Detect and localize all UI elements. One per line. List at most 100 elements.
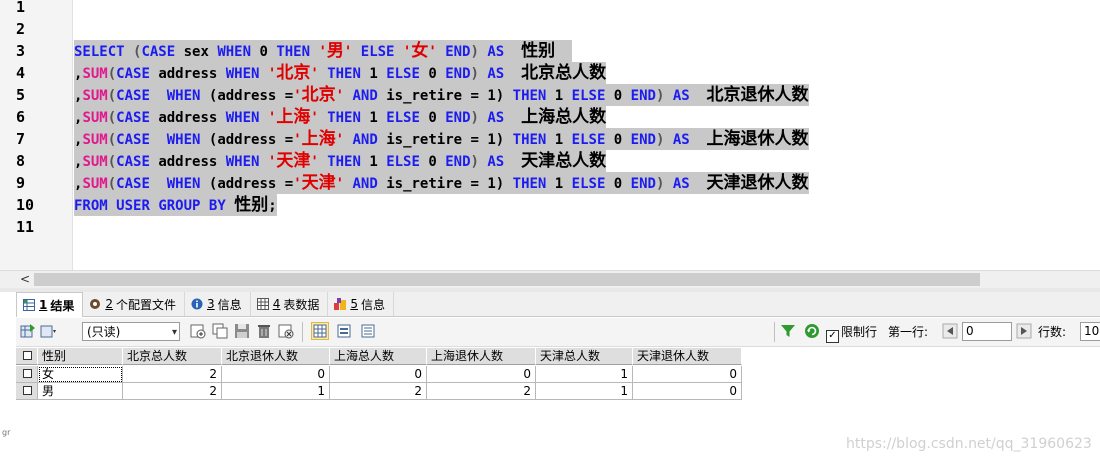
tab-number: 4 [273, 297, 281, 311]
text-view-icon[interactable] [360, 323, 376, 339]
code-token: 男 [327, 41, 344, 61]
code-token: 0 [420, 154, 445, 170]
code-token: SUM [82, 132, 107, 148]
row-checkbox[interactable] [23, 386, 32, 395]
code-token: ' [259, 154, 276, 170]
code-token: ) [656, 88, 673, 104]
code-token: ' [310, 110, 327, 126]
grid-cell[interactable]: 男 [38, 383, 123, 400]
column-header[interactable]: 上海退休人数 [427, 348, 536, 365]
code-line[interactable]: ,SUM(CASE address WHEN '北京' THEN 1 ELSE … [74, 62, 606, 84]
tab-4[interactable]: 4 表数据 [251, 292, 329, 316]
grid-view-icon[interactable] [312, 323, 328, 339]
row-checkbox[interactable] [23, 351, 32, 360]
grid-cell[interactable]: 0 [633, 366, 742, 383]
tab-3[interactable]: 3 信息 [185, 292, 251, 316]
code-token: ) [656, 132, 673, 148]
code-token: CASE [116, 88, 150, 104]
column-header[interactable]: 天津总人数 [536, 348, 633, 365]
column-header[interactable]: 北京总人数 [123, 348, 222, 365]
code-token: THEN [276, 44, 310, 60]
code-token: WHEN [167, 88, 201, 104]
tab-2[interactable]: 2 个配置文件 [83, 292, 185, 316]
code-token: ' [344, 44, 361, 60]
rows-count-input[interactable]: 1000 [1080, 322, 1100, 341]
column-header[interactable]: 性别 [38, 348, 123, 365]
grid-cell[interactable]: 0 [427, 366, 536, 383]
delete-trash-icon[interactable] [256, 323, 272, 339]
code-token: ( [125, 44, 142, 60]
code-line[interactable]: ,SUM(CASE address WHEN '上海' THEN 1 ELSE … [74, 106, 606, 128]
code-token: 上海 [276, 107, 310, 127]
grid-cell[interactable]: 0 [330, 366, 427, 383]
tab-5[interactable]: 5 信息 [328, 292, 394, 316]
row-checkbox[interactable] [23, 369, 32, 378]
code-token: 1 [546, 176, 571, 192]
column-header[interactable]: 天津退休人数 [633, 348, 742, 365]
sql-editor[interactable]: 1 2 3 4 5 6 7 8 9 10 11 SELECT (CASE sex WHEN 0 TH… [0, 0, 1100, 270]
grid-cell[interactable]: 女 [38, 366, 123, 383]
grid-cell[interactable]: 2 [123, 366, 222, 383]
code-token: ELSE [386, 154, 420, 170]
code-token [504, 110, 521, 126]
code-line[interactable]: ,SUM(CASE WHEN (address ='上海' AND is_ret… [74, 128, 809, 150]
limit-rows-toggle[interactable]: ✓ 限制行 [826, 324, 877, 343]
grid-cell[interactable]: 0 [222, 366, 330, 383]
import-dropdown-icon[interactable] [40, 323, 56, 339]
code-token [555, 44, 572, 60]
previous-page-icon[interactable] [942, 323, 958, 339]
limit-rows-checkbox[interactable]: ✓ [826, 330, 839, 343]
code-token: AS [487, 110, 504, 126]
code-token: 1 [546, 132, 571, 148]
code-token: (address = [200, 88, 293, 104]
form-view-icon[interactable] [336, 323, 352, 339]
refresh-icon[interactable] [804, 323, 820, 339]
code-line[interactable]: FROM USER GROUP BY 性别; [74, 194, 277, 216]
grid-cell[interactable]: 1 [536, 383, 633, 400]
row-selector[interactable] [16, 348, 38, 365]
scroll-left-icon[interactable]: < [20, 271, 30, 288]
toolbar-separator [302, 322, 303, 342]
code-token: ( [108, 110, 116, 126]
refresh-grid-icon[interactable] [278, 323, 294, 339]
grid-cell[interactable]: 1 [536, 366, 633, 383]
save-icon[interactable] [234, 323, 250, 339]
tab-label: 个配置文件 [116, 296, 176, 313]
code-line[interactable]: ,SUM(CASE WHEN (address ='北京' AND is_ret… [74, 84, 809, 106]
code-token: ' [336, 88, 353, 104]
next-page-icon[interactable] [1016, 323, 1032, 339]
line-number: 6 [16, 106, 56, 128]
code-token: SUM [82, 110, 107, 126]
grid-cell[interactable]: 2 [123, 383, 222, 400]
code-line[interactable]: SELECT (CASE sex WHEN 0 THEN '男' ELSE '女… [74, 40, 572, 62]
row-selector[interactable] [16, 383, 38, 400]
code-line[interactable]: ,SUM(CASE WHEN (address ='天津' AND is_ret… [74, 172, 809, 194]
column-header[interactable]: 上海总人数 [330, 348, 427, 365]
code-token: SELECT [74, 44, 125, 60]
code-token: CASE [116, 110, 150, 126]
grid-cell[interactable]: 1 [222, 383, 330, 400]
grid-cell[interactable]: 0 [633, 383, 742, 400]
code-token [504, 66, 521, 82]
readonly-mode-select[interactable]: (只读) ▾ [82, 322, 180, 341]
grid-cell[interactable]: 2 [330, 383, 427, 400]
code-token: AS [673, 132, 690, 148]
code-token: is_retire = 1) [378, 176, 513, 192]
add-row-icon[interactable] [190, 323, 206, 339]
row-selector[interactable] [16, 366, 38, 383]
column-header[interactable]: 北京退休人数 [222, 348, 330, 365]
code-token: 性别 [521, 41, 555, 61]
duplicate-row-icon[interactable] [212, 323, 228, 339]
export-grid-icon[interactable] [20, 323, 36, 339]
code-token: END [631, 88, 656, 104]
first-row-input[interactable]: 0 [962, 322, 1012, 341]
editor-horizontal-scrollbar[interactable]: < [0, 270, 1100, 288]
filter-funnel-icon[interactable] [780, 323, 796, 339]
tab-1[interactable]: 1 结果 [16, 292, 83, 317]
code-token [226, 198, 234, 214]
code-token: AS [673, 88, 690, 104]
code-line[interactable]: ,SUM(CASE address WHEN '天津' THEN 1 ELSE … [74, 150, 606, 172]
grid-cell[interactable]: 2 [427, 383, 536, 400]
scrollbar-thumb[interactable] [34, 273, 980, 286]
line-number: 8 [16, 150, 56, 172]
